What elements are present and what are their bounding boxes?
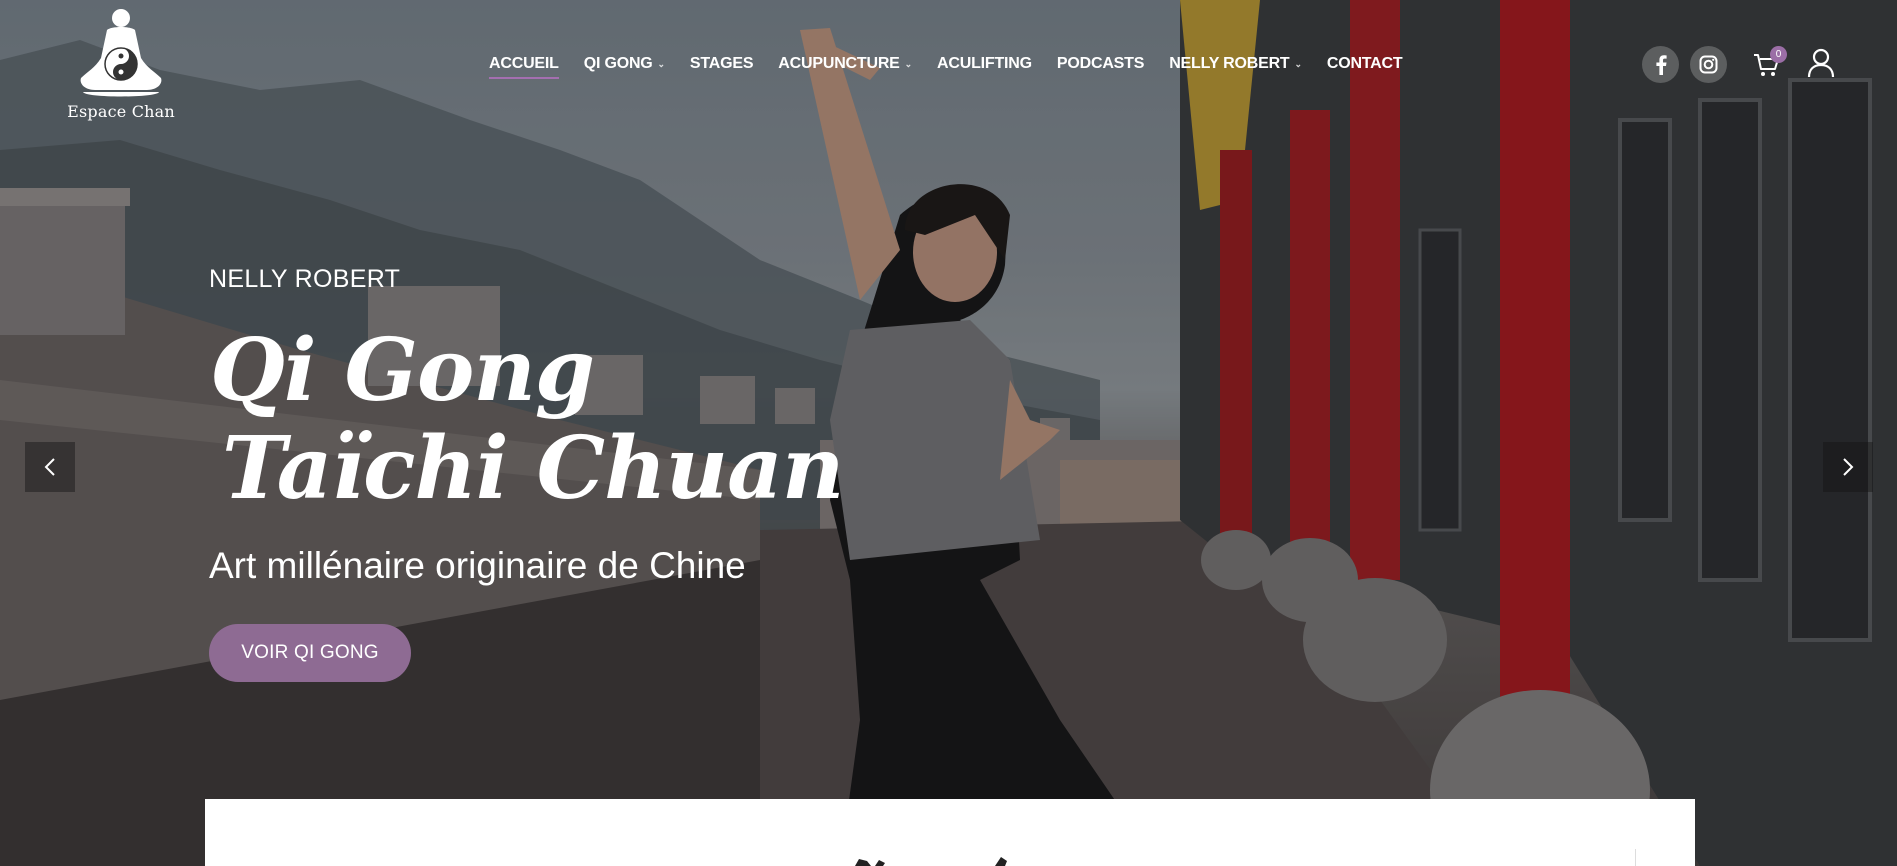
cart-count-badge: 0 xyxy=(1770,46,1787,63)
voir-qi-gong-button[interactable]: VOIR QI GONG xyxy=(209,624,411,682)
nav-item-acupuncture[interactable]: ACUPUNCTURE ⌄ xyxy=(778,55,912,73)
chevron-left-icon xyxy=(44,458,55,476)
nav-label: NELLY ROBERT xyxy=(1169,55,1290,72)
hero-tagline: Art millénaire originaire de Chine xyxy=(209,545,746,586)
hero-subtitle: NELLY ROBERT xyxy=(209,265,401,293)
chevron-down-icon: ⌄ xyxy=(904,58,913,69)
main-navigation: ACCUEIL QI GONG ⌄ STAGES ACUPUNCTURE ⌄ ACU… xyxy=(489,52,1427,79)
hero-slider: Espace Chan ACCUEIL QI GONG ⌄ STAGES ACUP… xyxy=(0,0,1897,866)
brush-stroke-icon xyxy=(855,857,1007,866)
chevron-right-icon xyxy=(1843,458,1854,476)
nav-label: STAGES xyxy=(689,55,754,72)
nav-label: CONTACT xyxy=(1326,55,1403,72)
site-logo[interactable]: Espace Chan xyxy=(66,8,176,121)
chevron-down-icon: ⌄ xyxy=(657,58,666,69)
instagram-link[interactable] xyxy=(1690,46,1727,83)
logo-text: Espace Chan xyxy=(67,102,175,121)
nav-item-contact[interactable]: CONTACT xyxy=(1327,55,1403,73)
instagram-icon xyxy=(1699,55,1718,74)
nav-item-podcasts[interactable]: PODCASTS xyxy=(1056,55,1145,73)
hero-title-line1: Qi Gong xyxy=(210,320,595,421)
slider-next-button[interactable] xyxy=(1823,442,1873,492)
nav-item-aculifting[interactable]: ACULIFTING xyxy=(937,55,1032,73)
nav-label: ACCUEIL xyxy=(489,55,559,72)
nav-item-qi-gong[interactable]: QI GONG ⌄ xyxy=(584,55,665,73)
hero-title: Qi Gong Taïchi Chuan xyxy=(210,320,844,519)
user-icon[interactable] xyxy=(1807,48,1835,78)
chevron-down-icon: ⌄ xyxy=(1294,58,1303,69)
divider xyxy=(1635,849,1636,866)
nav-label: PODCASTS xyxy=(1056,55,1145,72)
facebook-icon xyxy=(1655,54,1667,75)
hero-title-line2: Taïchi Chuan xyxy=(222,418,844,519)
nav-label: ACULIFTING xyxy=(937,55,1032,72)
nav-item-accueil[interactable]: ACCUEIL xyxy=(489,55,559,79)
nav-label: QI GONG xyxy=(583,55,653,72)
nav-label: ACUPUNCTURE xyxy=(778,55,900,72)
slider-prev-button[interactable] xyxy=(25,442,75,492)
nav-item-nelly-robert[interactable]: NELLY ROBERT ⌄ xyxy=(1169,55,1302,73)
content-section xyxy=(205,799,1695,866)
nav-item-stages[interactable]: STAGES xyxy=(689,55,754,73)
facebook-link[interactable] xyxy=(1642,46,1679,83)
meditating-buddha-icon xyxy=(80,9,162,97)
